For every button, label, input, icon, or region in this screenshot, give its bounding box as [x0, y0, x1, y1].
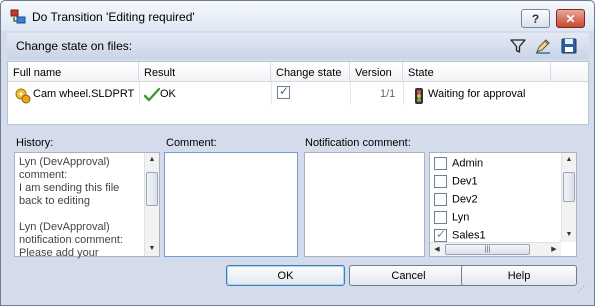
traffic-light-icon [412, 82, 426, 104]
table-row[interactable]: Cam wheel.SLDPRT OK ✓ 1/1 Waiting for ap… [8, 83, 588, 105]
row-result: OK [160, 88, 176, 100]
comment-textarea[interactable] [164, 152, 298, 257]
result-ok-check-icon [143, 82, 161, 104]
ok-button[interactable]: OK [226, 265, 345, 286]
user-item-dev2[interactable]: Dev2 [434, 193, 478, 210]
row-state: Waiting for approval [428, 88, 526, 100]
history-textbox[interactable]: Lyn (DevApproval) comment: I am sending … [14, 152, 160, 259]
save-icon[interactable] [560, 37, 578, 55]
history-scroll-thumb[interactable] [146, 172, 158, 206]
user-checkbox[interactable] [434, 175, 447, 188]
history-text: Lyn (DevApproval) comment: I am sending … [19, 156, 123, 259]
close-window-button[interactable]: ✕ [556, 9, 585, 28]
scroll-up-icon[interactable]: ▲ [145, 153, 159, 167]
change-state-checkbox[interactable]: ✓ [277, 83, 295, 105]
transition-app-icon [10, 9, 26, 25]
notification-comment-textarea[interactable] [304, 152, 425, 257]
row-version: 1/1 [380, 88, 396, 100]
dialog-window: Do Transition 'Editing required' ? ✕ Cha… [0, 0, 595, 306]
help-button[interactable]: Help [461, 265, 577, 286]
change-state-header: Change state on files: [7, 33, 589, 59]
comment-label: Comment: [166, 137, 217, 149]
column-header-version[interactable]: Version [350, 62, 403, 82]
user-item-admin[interactable]: Admin [434, 157, 483, 174]
scroll-down-icon[interactable]: ▼ [145, 242, 159, 256]
notification-label: Notification comment: [305, 137, 411, 149]
header-label: Change state on files: [16, 39, 133, 53]
cancel-button[interactable]: Cancel [349, 265, 468, 286]
column-header-full-name[interactable]: Full name [8, 62, 139, 82]
users-list[interactable]: Admin Dev1 Dev2 Lyn ✓ Sales1 ▲ ▼ ◀ ||| ▶ [429, 152, 577, 257]
user-checkbox[interactable] [434, 193, 447, 206]
title-bar[interactable]: Do Transition 'Editing required' ? ✕ [1, 1, 594, 31]
files-grid: Full name Result Change state Version St… [7, 61, 589, 125]
scroll-up-icon[interactable]: ▲ [562, 153, 576, 167]
scroll-right-icon[interactable]: ▶ [547, 243, 561, 257]
help-title-button[interactable]: ? [521, 9, 550, 28]
user-item-lyn[interactable]: Lyn [434, 211, 469, 228]
user-checkbox[interactable]: ✓ [434, 227, 447, 242]
filter-icon[interactable] [509, 37, 527, 55]
users-vertical-scrollbar[interactable]: ▲ ▼ [561, 153, 576, 242]
user-checkbox[interactable] [434, 157, 447, 170]
comments-panel: History: Lyn (DevApproval) comment: I am… [7, 127, 589, 299]
window-title: Do Transition 'Editing required' [32, 10, 195, 24]
part-file-icon [14, 82, 32, 104]
scroll-left-icon[interactable]: ◀ [430, 243, 444, 257]
user-checkbox[interactable] [434, 211, 447, 224]
column-header-change-state[interactable]: Change state [271, 62, 350, 82]
resize-grip-icon[interactable]: ⋰ [577, 286, 587, 297]
users-hscroll-thumb[interactable]: ||| [445, 244, 530, 255]
edit-icon[interactable] [534, 37, 552, 55]
row-full-name: Cam wheel.SLDPRT [33, 88, 135, 100]
history-label: History: [16, 137, 54, 149]
history-scrollbar[interactable]: ▲ ▼ [144, 153, 159, 256]
scroll-down-icon[interactable]: ▼ [562, 228, 576, 242]
users-horizontal-scrollbar[interactable]: ◀ ||| ▶ [430, 242, 561, 256]
column-header-state[interactable]: State [403, 62, 551, 82]
column-header-result[interactable]: Result [139, 62, 271, 82]
users-scroll-thumb[interactable] [563, 172, 575, 202]
grid-header: Full name Result Change state Version St… [8, 62, 588, 82]
user-item-dev1[interactable]: Dev1 [434, 175, 478, 192]
